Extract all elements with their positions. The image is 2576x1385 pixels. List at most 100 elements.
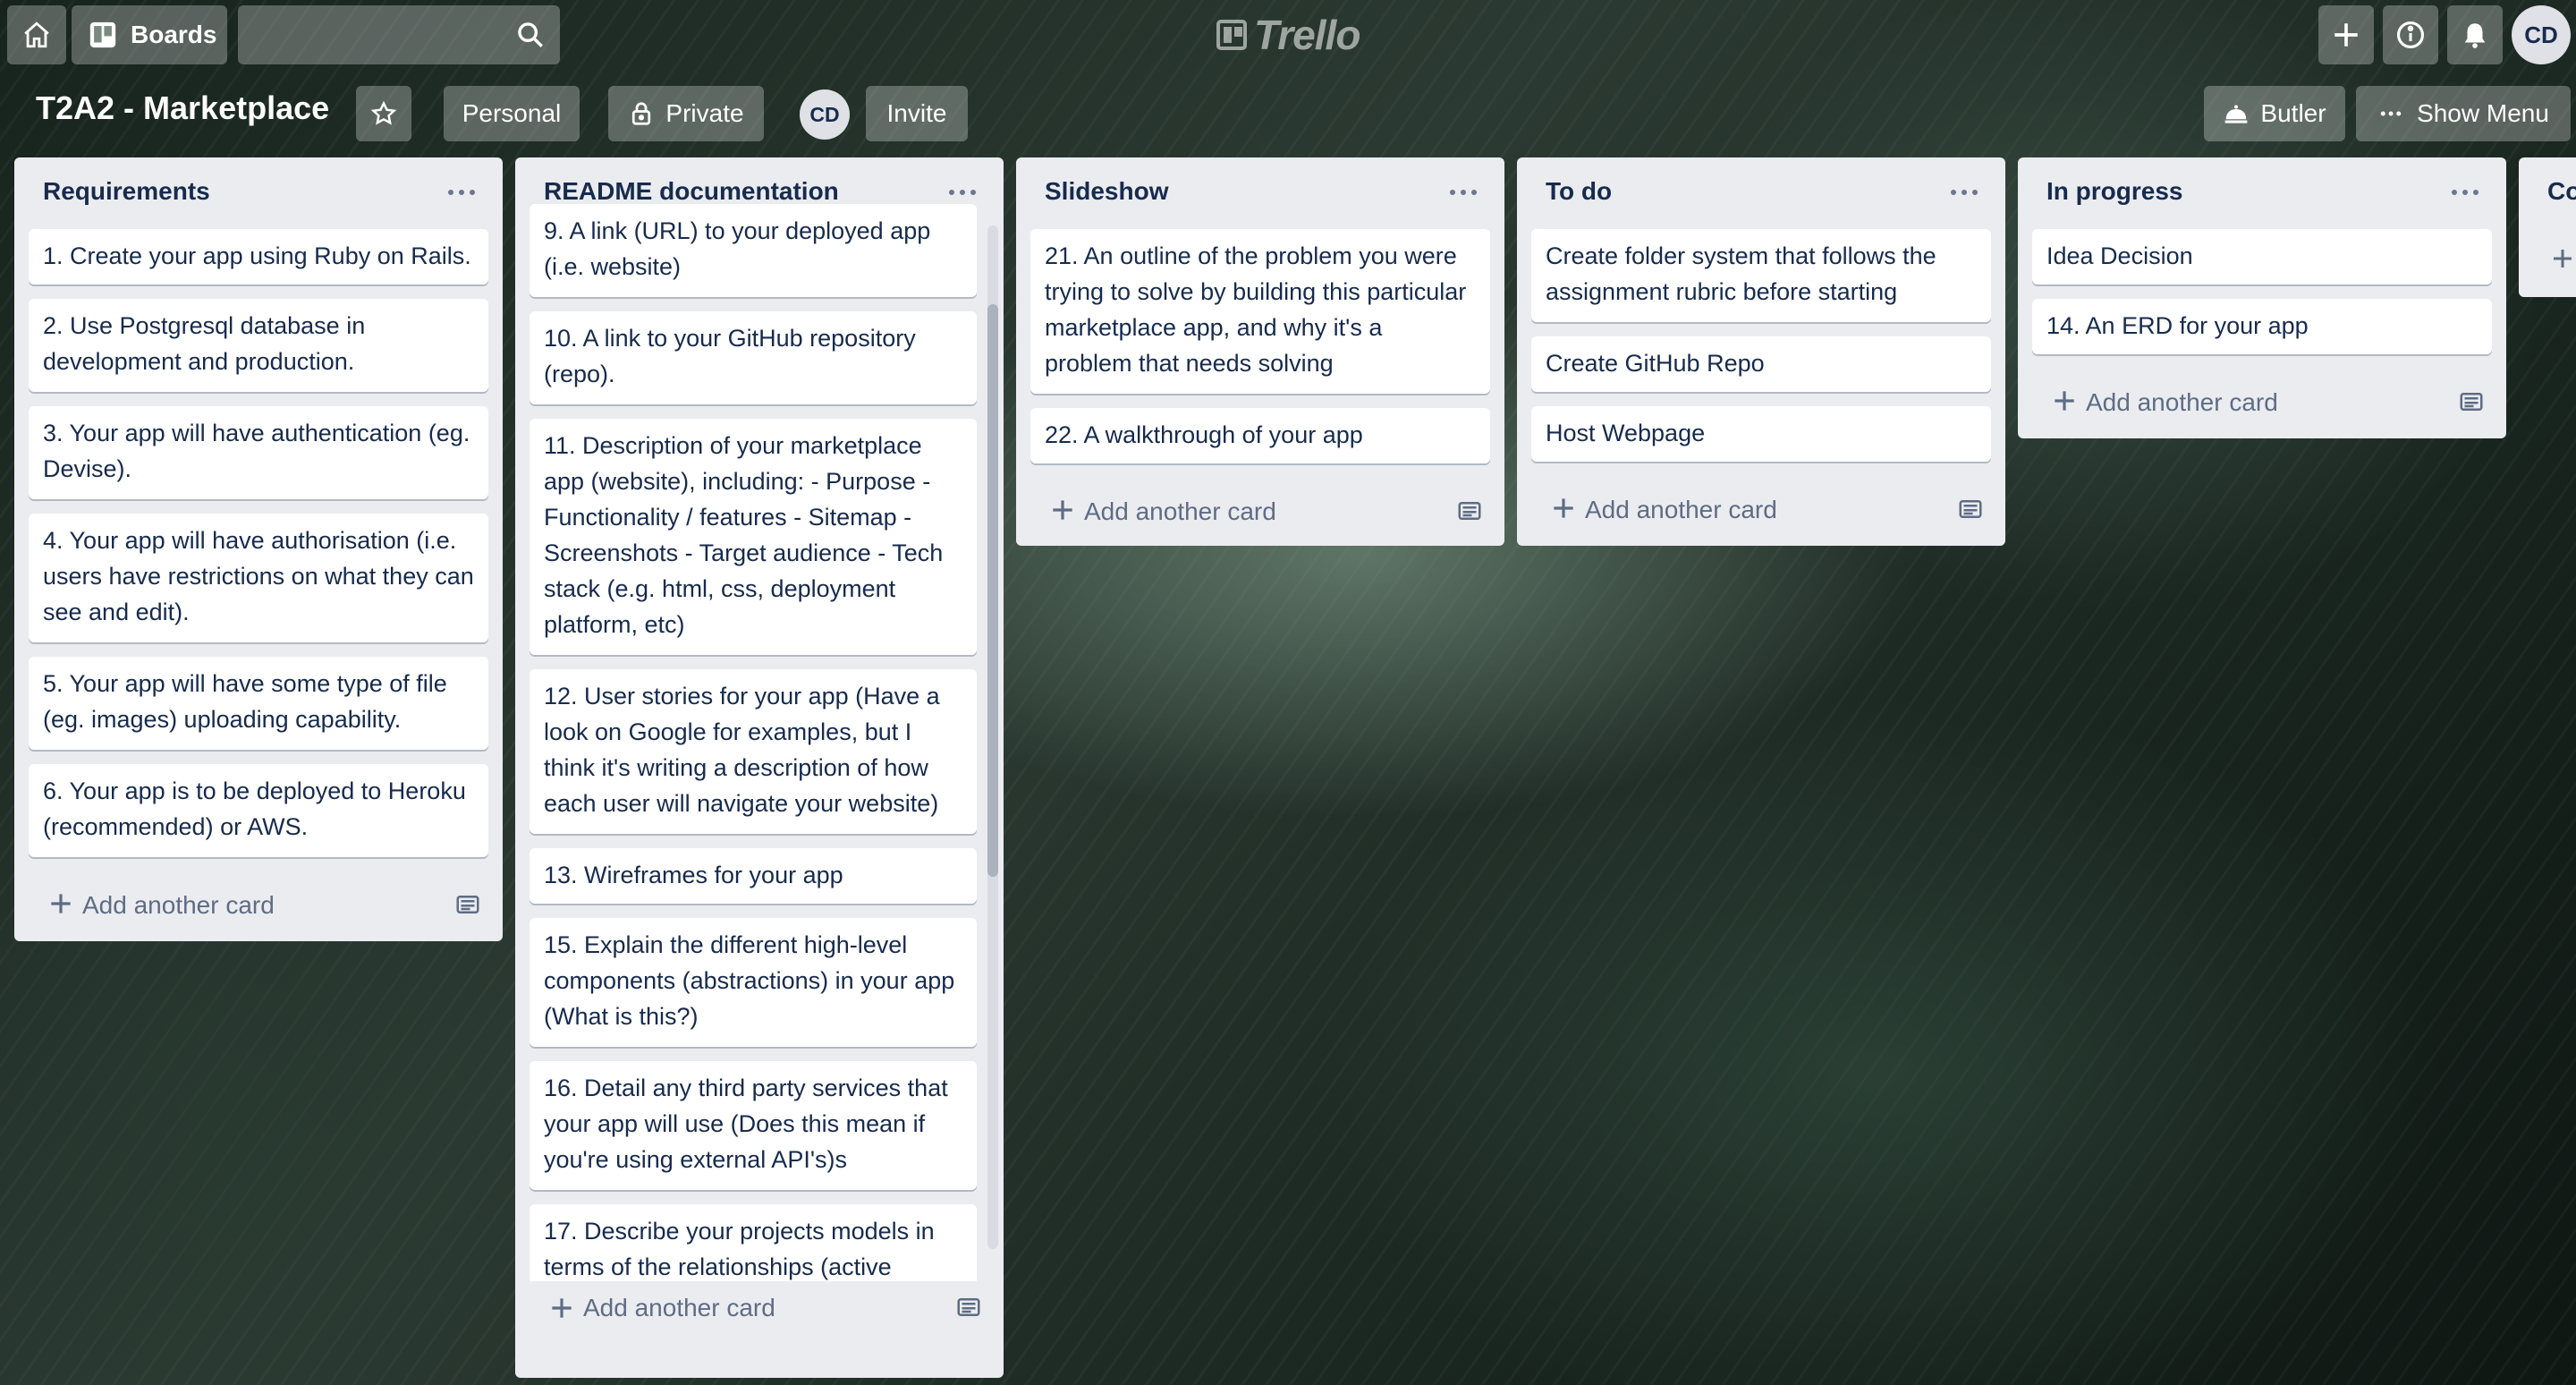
card[interactable]: Create GitHub Repo [1531,336,1991,392]
add-card-button[interactable]: Add another card [515,1281,1004,1335]
info-icon [2396,21,2425,49]
card-list: Idea Decision 14. An ERD for your app [2018,229,2506,354]
list-title[interactable]: README documentation [544,177,839,206]
list-requirements: Requirements 1. Create your app using Ru… [14,157,503,941]
plus-icon[interactable] [2549,245,2576,272]
search-icon [518,22,543,47]
notifications-button[interactable] [2447,5,2503,64]
list-menu-button[interactable] [444,179,479,206]
list-header: To do [1517,157,2005,229]
plus-icon [552,1298,572,1318]
search-input[interactable] [238,5,560,64]
privacy-button[interactable]: Private [608,86,764,141]
card[interactable]: 1. Create your app using Ruby on Rails. [29,229,488,285]
lock-icon [632,102,651,125]
plus-icon [1053,500,1072,520]
create-button[interactable] [2318,5,2374,64]
scrollbar-thumb[interactable] [987,304,998,877]
card[interactable]: 12. User stories for your app (Have a lo… [530,669,977,834]
list-menu-button[interactable] [1946,179,1982,206]
card-list: 1. Create your app using Ruby on Rails. … [14,229,503,857]
member-avatar[interactable]: CD [800,89,850,140]
card[interactable]: 15. Explain the different high-level com… [530,918,977,1047]
card[interactable]: 11. Description of your marketplace app … [530,419,977,655]
boards-icon [89,21,116,48]
info-button[interactable] [2383,5,2438,64]
card[interactable]: Host Webpage [1531,406,1991,462]
boards-label: Boards [131,21,217,48]
more-icon [2380,111,2402,116]
list-title[interactable]: Slideshow [1045,177,1168,206]
more-icon [1951,190,1978,195]
list-partial: Co [2519,157,2576,297]
boards-button[interactable]: Boards [72,5,227,64]
list-scrollbar[interactable] [987,225,998,1249]
privacy-label: Private [665,99,744,127]
card[interactable]: 9. A link (URL) to your deployed app (i.… [530,204,977,297]
team-visibility-button[interactable]: Personal [444,86,580,141]
butler-label: Butler [2260,99,2326,127]
top-bar: Boards Trello CD [0,0,2576,72]
card[interactable]: Create folder system that follows the as… [1531,229,1991,322]
list-slideshow: Slideshow 21. An outline of the problem … [1016,157,1504,546]
card-template-icon[interactable] [955,1294,982,1321]
card-template-icon[interactable] [2458,388,2485,415]
star-icon [370,100,397,125]
more-icon [949,190,976,195]
plus-icon [2055,391,2074,411]
add-card-label: Add another card [1084,497,1276,525]
card[interactable]: 10. A link to your GitHub repository (re… [530,311,977,404]
add-card-button[interactable]: Add another card [14,871,503,943]
add-card-button[interactable]: Add another card [1016,478,1504,549]
home-icon [24,21,49,48]
user-avatar[interactable]: CD [2512,5,2571,64]
home-button[interactable] [7,5,66,64]
list-menu-button[interactable] [1445,179,1481,206]
card-template-icon[interactable] [1456,497,1483,524]
list-title[interactable]: Requirements [43,177,210,206]
board-title[interactable]: T2A2 - Marketplace [36,89,329,127]
card-template-icon[interactable] [454,891,481,918]
more-icon [1450,190,1477,195]
board-header: T2A2 - Marketplace Personal Private CD I… [0,81,2576,147]
list-header: In progress [2018,157,2506,229]
card[interactable]: 17. Describe your projects models in ter… [530,1204,977,1281]
card-template-icon[interactable] [1957,496,1984,523]
card-scroll-area[interactable]: 9. A link (URL) to your deployed app (i.… [515,204,1004,1281]
trello-logo[interactable]: Trello [1216,11,1360,59]
list-in-progress: In progress Idea Decision 14. An ERD for… [2018,157,2506,438]
list-title[interactable]: To do [1546,177,1612,206]
card[interactable]: 3. Your app will have authentication (eg… [29,406,488,499]
add-card-label: Add another card [1585,496,1777,523]
show-menu-label: Show Menu [2417,99,2549,127]
list-title[interactable]: In progress [2046,177,2182,206]
add-card-button[interactable]: Add another card [1517,476,2005,548]
list-title[interactable]: Co [2547,177,2576,206]
card[interactable]: 14. An ERD for your app [2032,299,2492,354]
list-menu-button[interactable] [945,179,980,206]
list-menu-button[interactable] [2447,179,2483,206]
star-button[interactable] [356,86,411,141]
card[interactable]: 6. Your app is to be deployed to Heroku … [29,764,488,857]
butler-button[interactable]: Butler [2204,86,2345,141]
card[interactable]: 5. Your app will have some type of file … [29,657,488,750]
card[interactable]: Idea Decision [2032,229,2492,285]
invite-button[interactable]: Invite [866,86,968,141]
more-icon [2452,190,2479,195]
butler-icon [2224,105,2248,123]
add-card-label: Add another card [82,891,275,919]
card[interactable]: 16. Detail any third party services that… [530,1061,977,1190]
card[interactable]: 22. A walkthrough of your app [1030,408,1490,463]
plus-icon [2334,23,2358,47]
more-icon [448,190,475,195]
card[interactable]: 13. Wireframes for your app [530,848,977,904]
card[interactable]: 2. Use Postgresql database in developmen… [29,299,488,392]
plus-icon [51,894,71,913]
show-menu-button[interactable]: Show Menu [2356,86,2571,141]
list-header: Slideshow [1016,157,1504,229]
card[interactable]: 4. Your app will have authorisation (i.e… [29,514,488,642]
card[interactable]: 21. An outline of the problem you were t… [1030,229,1490,394]
add-card-label: Add another card [2086,388,2278,416]
list-to-do: To do Create folder system that follows … [1517,157,2005,546]
add-card-button[interactable]: Add another card [2018,369,2506,440]
